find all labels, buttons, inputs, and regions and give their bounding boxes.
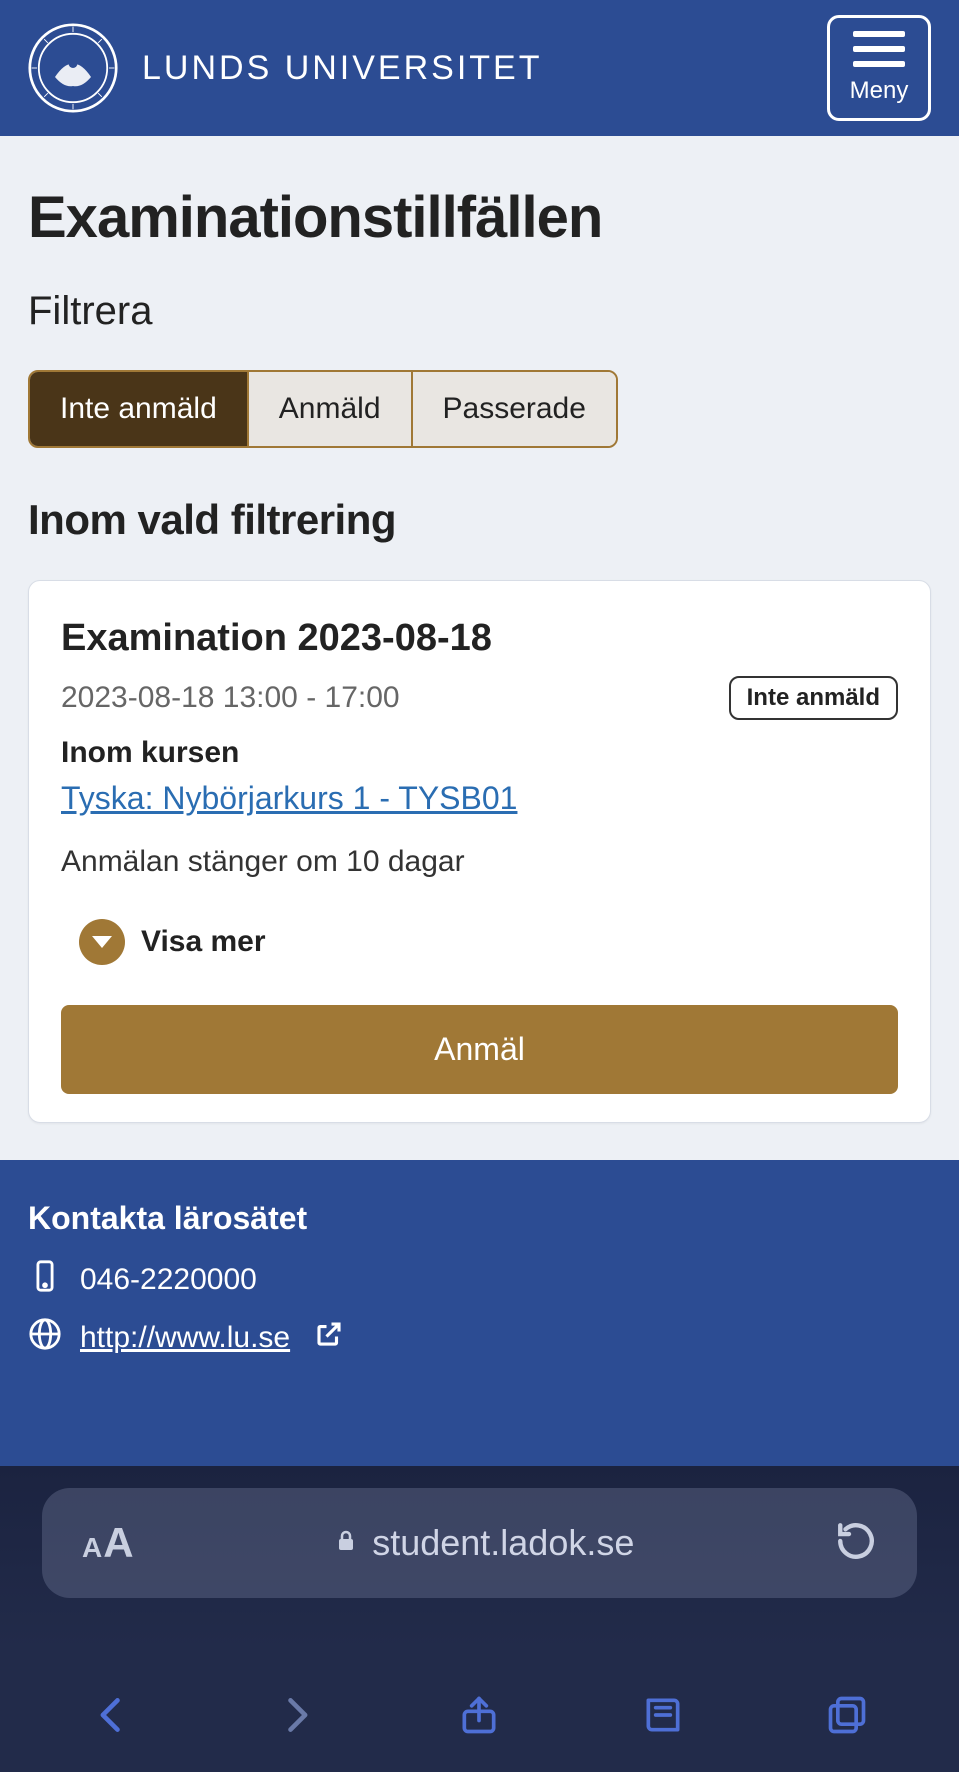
- text-size-icon: AA: [82, 1519, 134, 1567]
- exam-meta-row: 2023-08-18 13:00 - 17:00 Inte anmäld: [61, 676, 898, 720]
- forward-button[interactable]: [274, 1693, 318, 1742]
- browser-toolbar: [0, 1672, 959, 1772]
- exam-datetime: 2023-08-18 13:00 - 17:00: [61, 681, 400, 715]
- status-badge: Inte anmäld: [729, 676, 898, 720]
- reload-button[interactable]: [835, 1520, 877, 1567]
- contact-phone: 046-2220000: [80, 1263, 257, 1297]
- globe-icon: [28, 1317, 62, 1359]
- show-more-button[interactable]: Visa mer: [61, 919, 266, 965]
- back-button[interactable]: [90, 1693, 134, 1742]
- course-label: Inom kursen: [61, 736, 898, 770]
- app-header: LUNDS UNIVERSITET Meny: [0, 0, 959, 136]
- tab-registered[interactable]: Anmäld: [249, 372, 413, 446]
- hamburger-icon: [853, 31, 905, 67]
- tab-passed[interactable]: Passerade: [413, 372, 616, 446]
- caret-down-icon: [79, 919, 125, 965]
- university-seal-icon: [28, 23, 118, 113]
- url-text: student.ladok.se: [372, 1522, 634, 1564]
- lock-icon: [334, 1522, 358, 1564]
- show-more-label: Visa mer: [141, 925, 266, 959]
- filter-heading: Filtrera: [28, 289, 931, 334]
- contact-website-row: http://www.lu.se: [28, 1317, 931, 1359]
- register-button[interactable]: Anmäl: [61, 1005, 898, 1094]
- contact-phone-row: 046-2220000: [28, 1259, 931, 1301]
- exam-card: Examination 2023-08-18 2023-08-18 13:00 …: [28, 580, 931, 1123]
- contact-website-link[interactable]: http://www.lu.se: [80, 1321, 290, 1355]
- menu-label: Meny: [850, 77, 909, 105]
- brand-text: LUNDS UNIVERSITET: [142, 49, 543, 88]
- share-button[interactable]: [457, 1693, 501, 1742]
- course-link[interactable]: Tyska: Nybörjarkurs 1 - TYSB01: [61, 780, 517, 817]
- footer-heading: Kontakta lärosätet: [28, 1200, 931, 1237]
- tab-not-registered[interactable]: Inte anmäld: [30, 372, 249, 446]
- page-title: Examinationstillfällen: [28, 184, 931, 251]
- reload-icon: [835, 1520, 877, 1567]
- url-display[interactable]: student.ladok.se: [334, 1522, 634, 1564]
- external-link-icon: [308, 1319, 344, 1357]
- deadline-text: Anmälan stänger om 10 dagar: [61, 845, 898, 879]
- main-content: Examinationstillfällen Filtrera Inte anm…: [0, 136, 959, 1163]
- section-heading: Inom vald filtrering: [28, 496, 931, 544]
- text-size-button[interactable]: AA: [82, 1519, 134, 1567]
- browser-chrome: AA student.ladok.se: [0, 1466, 959, 1772]
- phone-icon: [28, 1259, 62, 1301]
- url-bar[interactable]: AA student.ladok.se: [42, 1488, 917, 1598]
- exam-title: Examination 2023-08-18: [61, 617, 898, 660]
- menu-button[interactable]: Meny: [827, 15, 931, 121]
- tabs-button[interactable]: [825, 1693, 869, 1742]
- brand: LUNDS UNIVERSITET: [28, 23, 543, 113]
- filter-tabs: Inte anmäld Anmäld Passerade: [28, 370, 618, 448]
- bookmarks-button[interactable]: [641, 1693, 685, 1742]
